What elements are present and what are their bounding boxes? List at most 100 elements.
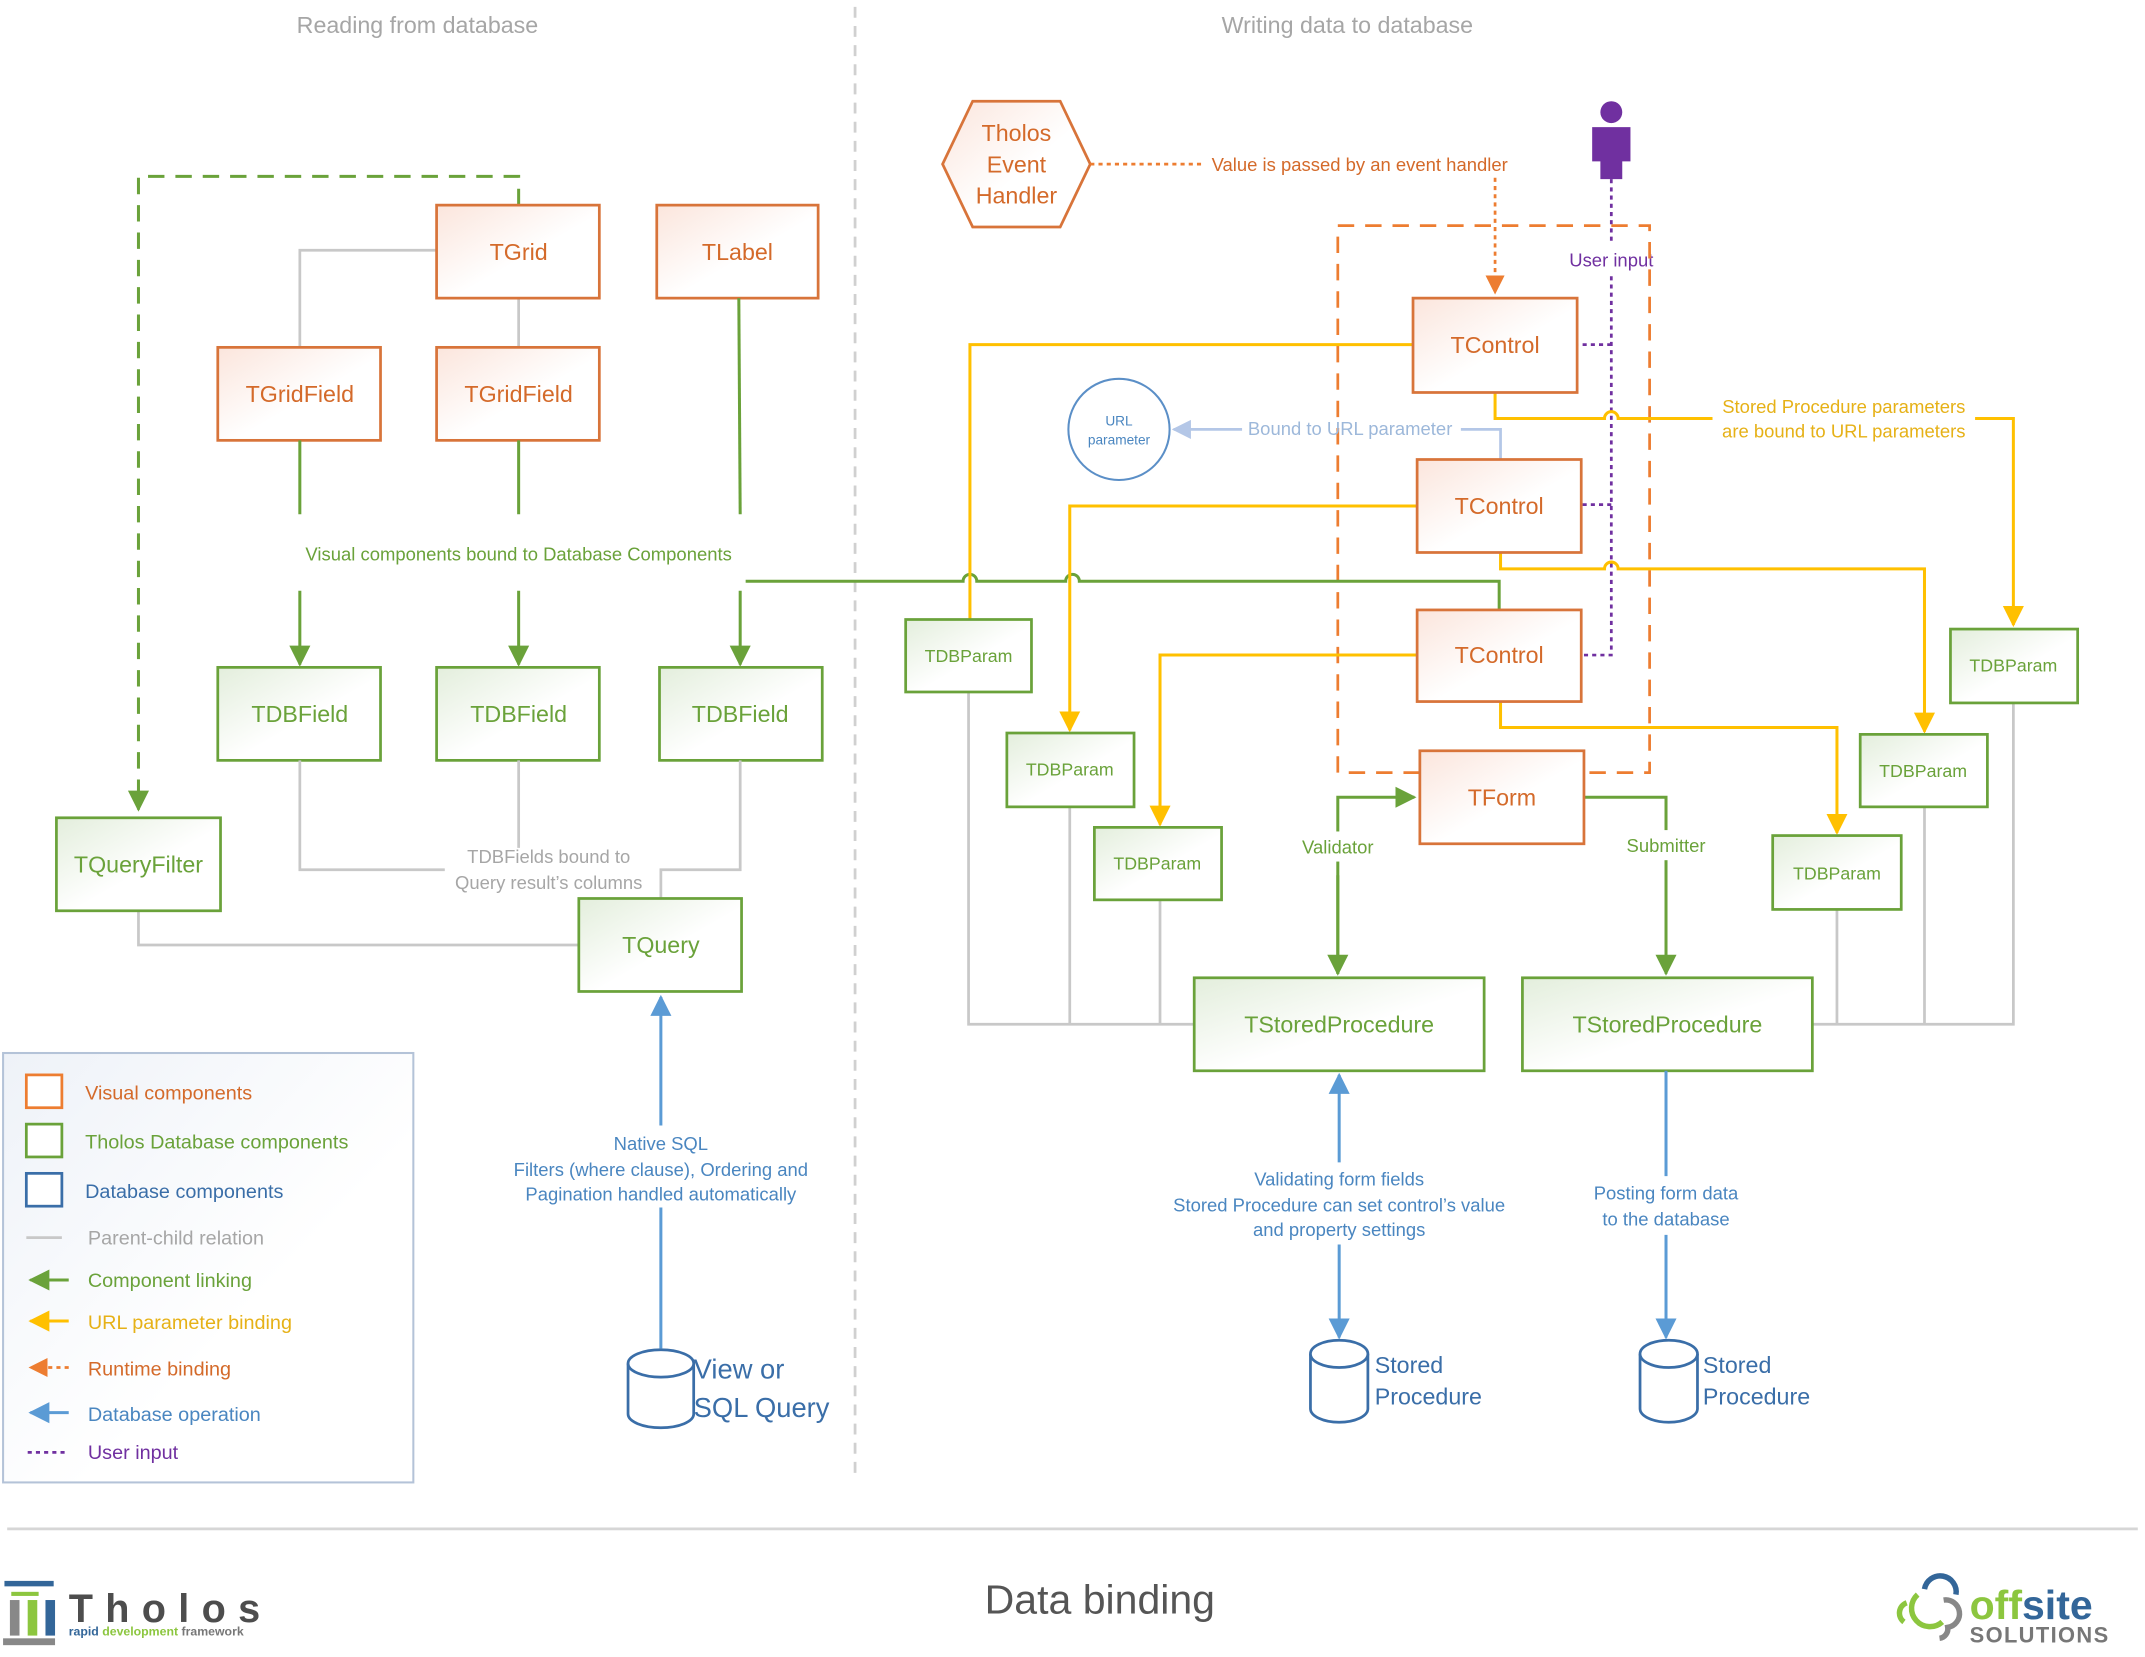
url-binding-tcontrol1-tdbparam1 [959, 343, 1414, 649]
tdbfield-label: TDBField [692, 701, 789, 727]
tgridfield-label: TGridField [464, 381, 572, 407]
native-sql-label: Pagination handled automatically [525, 1184, 797, 1205]
tdbfields-bound-label: TDBFields bound to [467, 846, 630, 867]
url-parameter-label: parameter [1088, 432, 1151, 447]
tstoredprocedure-box-2[interactable]: TStoredProcedure [1521, 976, 1814, 1073]
tqueryfilter-box[interactable]: TQueryFilter [55, 816, 222, 913]
tcontrol-box-3[interactable]: TControl [1415, 608, 1583, 703]
relation-tqueryfilter-tquery [137, 910, 579, 947]
url-binding-tcontrol2-tdbparam2 [1059, 504, 1418, 733]
tdbfield-label: TDBField [470, 701, 567, 727]
tcontrol-box-2[interactable]: TControl [1415, 458, 1583, 554]
tstoredprocedure-label: TStoredProcedure [1244, 1011, 1434, 1037]
user-input-label: User input [1569, 250, 1653, 271]
logo-pillar-icon [45, 1600, 56, 1636]
validator-label: Validator [1302, 836, 1373, 857]
tagline-part: development [102, 1625, 178, 1639]
event-handler-label: Event [987, 151, 1047, 177]
stored-procedure-cylinder-icon-1 [1309, 1338, 1370, 1424]
tdbparam-box-5[interactable]: TDBParam [1858, 733, 1989, 809]
tdbparam-label: TDBParam [1026, 759, 1114, 779]
tdbfield-box-3[interactable]: TDBField [658, 665, 824, 762]
tdbparam-box-4[interactable]: TDBParam [1771, 834, 1903, 911]
tcontrol-label: TControl [1455, 493, 1544, 519]
logo-pillar-icon [9, 1600, 20, 1636]
db-sp-label: Stored [1375, 1352, 1443, 1378]
tstoredprocedure-box-1[interactable]: TStoredProcedure [1192, 976, 1486, 1073]
tquery-box[interactable]: TQuery [577, 897, 743, 993]
legend-label: Tholos Database components [85, 1132, 348, 1154]
db-sp-label: Stored [1703, 1352, 1771, 1378]
tdbparam-label: TDBParam [1793, 863, 1881, 883]
offsite-swirl-icon [1921, 1573, 1959, 1596]
tcontrol-label: TControl [1451, 332, 1540, 358]
relation-tdbfield1-tquery [298, 760, 445, 872]
legend-label: Runtime binding [88, 1359, 231, 1381]
offsite-part: off [1970, 1582, 2023, 1628]
diagram-canvas: Reading from database Writing data to da… [0, 0, 2145, 1652]
url-parameter-circle: URL parameter [1067, 377, 1171, 482]
posting-label: Posting form data [1594, 1182, 1739, 1203]
link-line [737, 298, 742, 515]
tagline-part: framework [181, 1625, 243, 1639]
database-view-cylinder-icon [626, 1348, 696, 1430]
sp-params-label: are bound to URL parameters [1722, 421, 1965, 442]
validating-label: Stored Procedure can set control’s value [1173, 1195, 1505, 1216]
link-tcontrol3-to-tdbfield [745, 572, 1501, 610]
legend: Visual components Tholos Database compon… [2, 1051, 415, 1484]
offsite-swirl-icon [1938, 1597, 1963, 1642]
tstoredprocedure-label: TStoredProcedure [1572, 1011, 1762, 1037]
offsite-wordmark: offsite [1970, 1582, 2093, 1628]
tgrid-label: TGrid [490, 239, 548, 265]
tdbparam-box-1[interactable]: TDBParam [904, 618, 1033, 694]
legend-orange-square-icon [24, 1073, 64, 1110]
validating-label: Validating form fields [1254, 1169, 1424, 1190]
validator-to-tform-arrow [1336, 786, 1417, 974]
submitter-label: Submitter [1627, 835, 1706, 856]
tholos-tagline: rapid development framework [69, 1625, 244, 1639]
legend-green-square-icon [24, 1122, 64, 1159]
submitter-arrow [1583, 795, 1677, 976]
event-handler-label: Handler [976, 183, 1058, 209]
sp-params-label: Stored Procedure parameters [1722, 396, 1965, 417]
tdbparam-label: TDBParam [925, 646, 1013, 666]
tdbparam-box-6[interactable]: TDBParam [1949, 627, 2080, 705]
data-binding-diagram: Reading from database Writing data to da… [2, 6, 2138, 1647]
native-sql-label: Native SQL [614, 1133, 708, 1154]
bound-url-label: Bound to URL parameter [1248, 418, 1452, 439]
event-handler-hexagon[interactable]: Tholos Event Handler [941, 99, 1092, 229]
offsite-swirl-icon [1896, 1600, 1908, 1625]
legend-label: Parent-child relation [88, 1227, 264, 1249]
db-sp-label: Procedure [1703, 1383, 1810, 1409]
url-binding-tcontrol1-line [1493, 392, 1713, 420]
tholos-logo: Tholos rapid development framework [3, 1580, 260, 1646]
legend-label: Component linking [88, 1270, 252, 1292]
tlabel-box[interactable]: TLabel [655, 203, 820, 300]
relation-tdbfield3-tquery [659, 760, 742, 899]
tdbfield-box-2[interactable]: TDBField [435, 665, 601, 762]
tdbparam-label: TDBParam [1879, 761, 1967, 781]
event-handler-label: Tholos [982, 120, 1052, 146]
legend-blue-square-icon [24, 1171, 64, 1208]
tdbparam-box-3[interactable]: TDBParam [1093, 826, 1223, 902]
tgridfield-box-2[interactable]: TGridField [435, 345, 601, 442]
section-title-writing: Writing data to database [1222, 12, 1473, 38]
tdbfield-box-1[interactable]: TDBField [216, 665, 382, 762]
logo-bar-icon [11, 1591, 39, 1596]
legend-label: URL parameter binding [88, 1312, 292, 1334]
tdbparam-box-2[interactable]: TDBParam [1005, 731, 1136, 809]
tgridfield-label: TGridField [246, 381, 354, 407]
stored-procedure-cylinder-icon-2 [1638, 1338, 1699, 1424]
tdbparam-label: TDBParam [1969, 655, 2057, 675]
user-person-icon [1592, 101, 1631, 180]
event-handler-binding-label: Value is passed by an event handler [1212, 154, 1508, 175]
tagline-part: rapid [69, 1625, 99, 1639]
tgrid-box[interactable]: TGrid [435, 203, 601, 300]
legend-label: Visual components [85, 1083, 252, 1105]
tcontrol-box-1[interactable]: TControl [1411, 296, 1579, 394]
bound-url-line [1460, 428, 1502, 460]
url-binding-tcontrol3-tdbparam3 [1149, 653, 1418, 827]
tform-box[interactable]: TForm [1418, 749, 1586, 846]
tgridfield-box-1[interactable]: TGridField [216, 345, 382, 442]
tdbfield-label: TDBField [251, 701, 348, 727]
